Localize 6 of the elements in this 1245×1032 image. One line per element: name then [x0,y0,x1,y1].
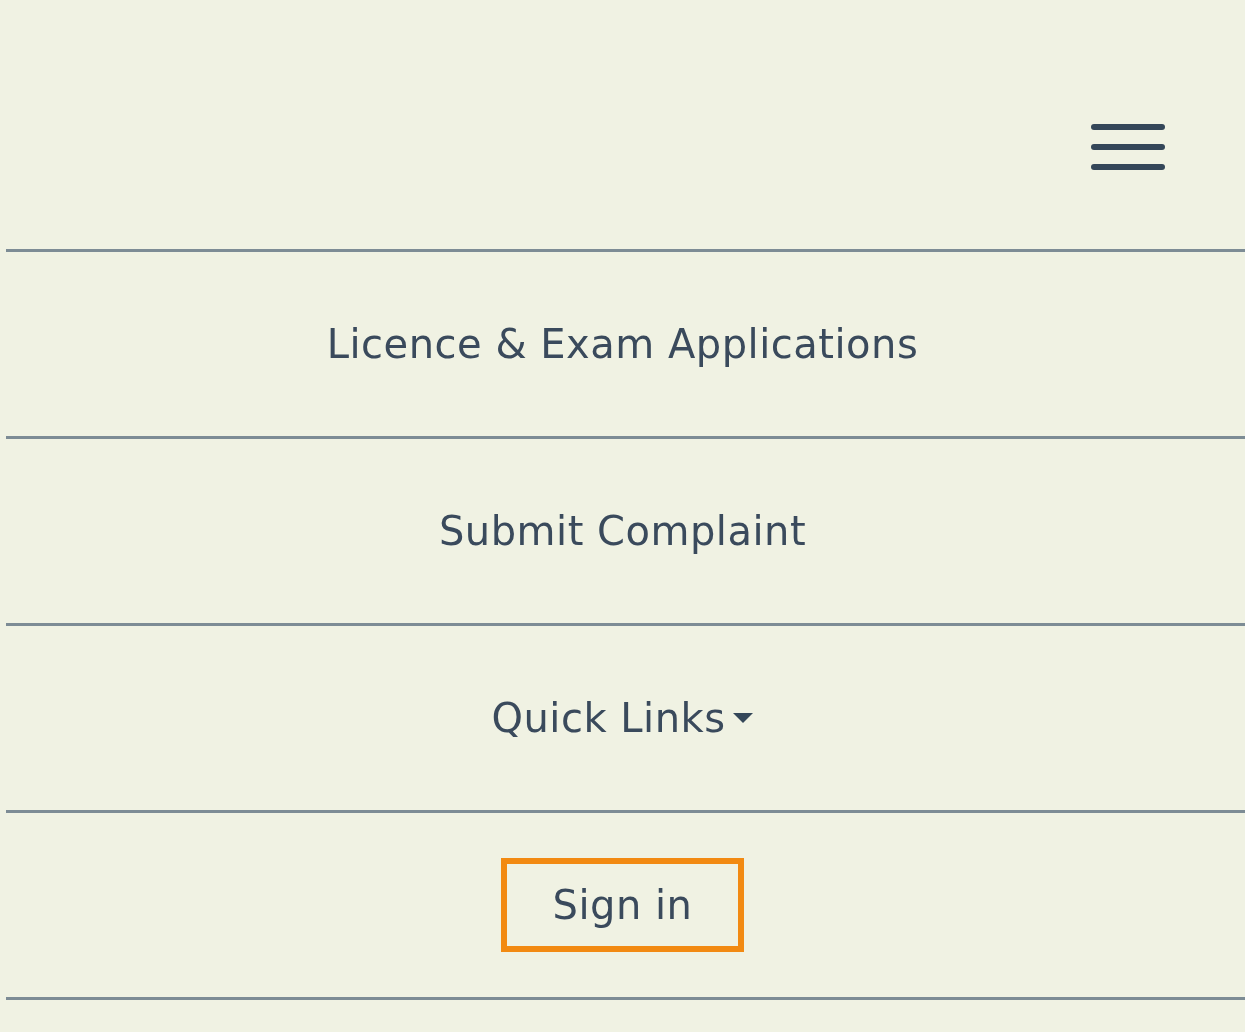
nav-link[interactable]: Sign in [500,858,745,952]
nav-link[interactable]: Licence & Exam Applications [296,299,949,389]
menu-icon[interactable] [1091,122,1165,172]
caret-icon [731,712,754,724]
nav-link[interactable]: Submit Complaint [408,486,837,576]
dropdown-link[interactable]: Quick Links [461,673,784,763]
